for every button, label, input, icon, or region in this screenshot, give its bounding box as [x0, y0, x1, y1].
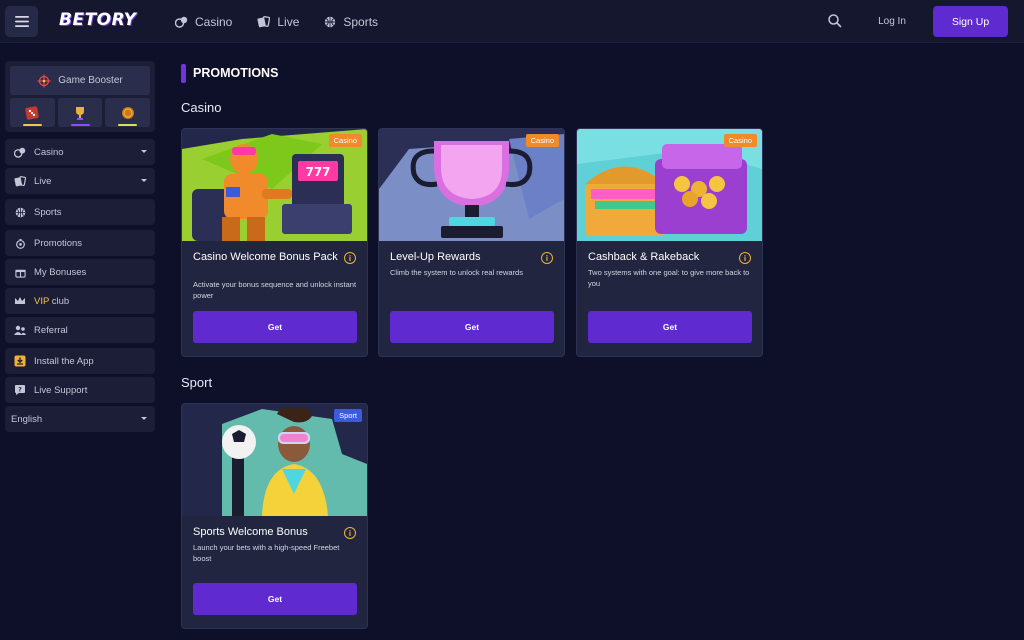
card-title: Cashback & Rakeback [588, 251, 700, 263]
nav-casino-label: Casino [195, 14, 233, 29]
vip-highlight: VIP [34, 295, 50, 307]
menu-button[interactable] [5, 6, 38, 37]
category-badge: Casino [723, 134, 757, 147]
sidebar-item-label: Sports [34, 206, 62, 218]
get-button[interactable]: Get [193, 311, 357, 343]
top-header: BETORY Casino Live Sports Log In Sign Up [0, 0, 1024, 43]
nav-live[interactable]: Live [257, 15, 299, 29]
top-nav: Casino Live Sports [175, 0, 403, 43]
sidebar-item-vip-club[interactable]: VIP club [5, 288, 155, 314]
card-title: Level-Up Rewards [390, 251, 481, 263]
sidebar-item-referral[interactable]: Referral [5, 317, 155, 343]
sidebar-item-label: Casino [34, 146, 64, 158]
crown-icon [14, 295, 26, 307]
live-cards-icon [14, 175, 26, 187]
booster-bar-trophy [70, 124, 90, 126]
sidebar-item-label: Promotions [34, 237, 83, 249]
card-description: Launch your bets with a high-speed Freeb… [193, 543, 340, 563]
signup-button[interactable]: Sign Up [933, 6, 1008, 37]
live-cards-icon [257, 15, 271, 27]
get-button[interactable]: Get [193, 583, 357, 615]
info-icon[interactable]: i [344, 527, 356, 539]
title-accent-bar [181, 63, 186, 83]
promo-card-level-up[interactable]: Casino Level-Up Rewards i Climb the syst… [378, 128, 565, 357]
chevron-down-icon [141, 417, 147, 420]
card-description: Climb the system to unlock real rewards [390, 268, 523, 277]
search-icon [828, 14, 842, 28]
sidebar-item-promotions[interactable]: Promotions [5, 230, 155, 256]
sidebar-item-sports[interactable]: Sports [5, 199, 155, 225]
promo-card-sports-welcome[interactable]: Sport Sports Welcome Bonus i Launch your… [181, 403, 368, 629]
get-button[interactable]: Get [390, 311, 554, 343]
nav-casino[interactable]: Casino [175, 15, 232, 29]
nav-live-label: Live [277, 14, 300, 29]
card-description: Activate your bonus sequence and unlock … [193, 280, 357, 300]
chevron-down-icon [141, 150, 147, 153]
download-icon [14, 355, 26, 367]
promo-card-casino-welcome[interactable]: 777 Casino Casino Welcome Bonus Pack i A… [181, 128, 368, 357]
game-booster-panel: Game Booster [5, 61, 155, 132]
vip-rest: club [49, 295, 70, 307]
sidebar-item-label: VIP club [34, 296, 69, 307]
crosshair-icon [37, 74, 51, 87]
sidebar-item-my-bonuses[interactable]: My Bonuses [5, 259, 155, 285]
language-select[interactable]: English [5, 406, 155, 432]
section-title-sport: Sport [181, 375, 213, 390]
category-badge: Sport [334, 409, 362, 422]
hamburger-icon [14, 16, 29, 27]
svg-text:777: 777 [305, 165, 330, 179]
sidebar-item-label: Install the App [34, 355, 94, 367]
page-title: PROMOTIONS [181, 63, 278, 83]
promo-card-cashback[interactable]: Casino Cashback & Rakeback i Two systems… [576, 128, 763, 357]
info-icon[interactable]: i [739, 252, 751, 264]
category-badge: Casino [525, 134, 559, 147]
game-booster-label: Game Booster [58, 75, 123, 86]
card-title: Casino Welcome Bonus Pack [193, 251, 338, 263]
sidebar-item-label: Referral [34, 324, 68, 336]
info-icon[interactable]: i [344, 252, 356, 264]
gift-box-icon [14, 266, 26, 278]
get-button[interactable]: Get [588, 311, 752, 343]
chat-icon: ? [14, 384, 26, 396]
sidebar-item-label: Live [34, 175, 52, 187]
booster-tile-coin[interactable] [105, 98, 151, 127]
basketball-icon [325, 16, 336, 27]
booster-tiles [10, 98, 151, 127]
language-label: English [11, 413, 43, 425]
game-booster-button[interactable]: Game Booster [10, 66, 150, 95]
referral-users-icon [14, 324, 26, 336]
sidebar: Game Booster Casino Live Sports Promotio… [5, 61, 155, 435]
nav-sports-label: Sports [343, 14, 379, 29]
booster-tile-trophy[interactable] [57, 98, 103, 127]
coin-icon [121, 106, 134, 119]
sidebar-item-label: My Bonuses [34, 266, 87, 278]
page-title-text: PROMOTIONS [193, 66, 279, 80]
trophy-icon [76, 106, 84, 120]
basketball-icon [14, 206, 26, 218]
section-title-casino: Casino [181, 100, 222, 115]
svg-text:?: ? [18, 387, 22, 394]
sidebar-item-install-app[interactable]: Install the App [5, 348, 155, 374]
sidebar-item-casino[interactable]: Casino [5, 139, 155, 165]
dice-icon [25, 105, 39, 120]
category-badge: Casino [328, 134, 362, 147]
casino-chips-icon [14, 146, 26, 158]
chevron-down-icon [141, 179, 147, 182]
login-button[interactable]: Log In [862, 7, 922, 36]
card-description: Two systems with one goal: to give more … [588, 268, 750, 288]
booster-bar-coin [118, 124, 138, 126]
gift-icon [14, 237, 26, 249]
card-title: Sports Welcome Bonus [193, 526, 308, 538]
search-button[interactable] [826, 12, 844, 30]
booster-bar-dice [23, 124, 42, 126]
booster-tile-dice[interactable] [10, 98, 55, 127]
sidebar-item-live-support[interactable]: ? Live Support [5, 377, 155, 403]
nav-sports[interactable]: Sports [324, 15, 378, 29]
sidebar-item-label: Live Support [34, 384, 88, 396]
casino-chips-icon [175, 16, 188, 28]
info-icon[interactable]: i [541, 252, 553, 264]
betory-logo[interactable]: BETORY [59, 10, 136, 32]
sidebar-item-live[interactable]: Live [5, 168, 155, 194]
